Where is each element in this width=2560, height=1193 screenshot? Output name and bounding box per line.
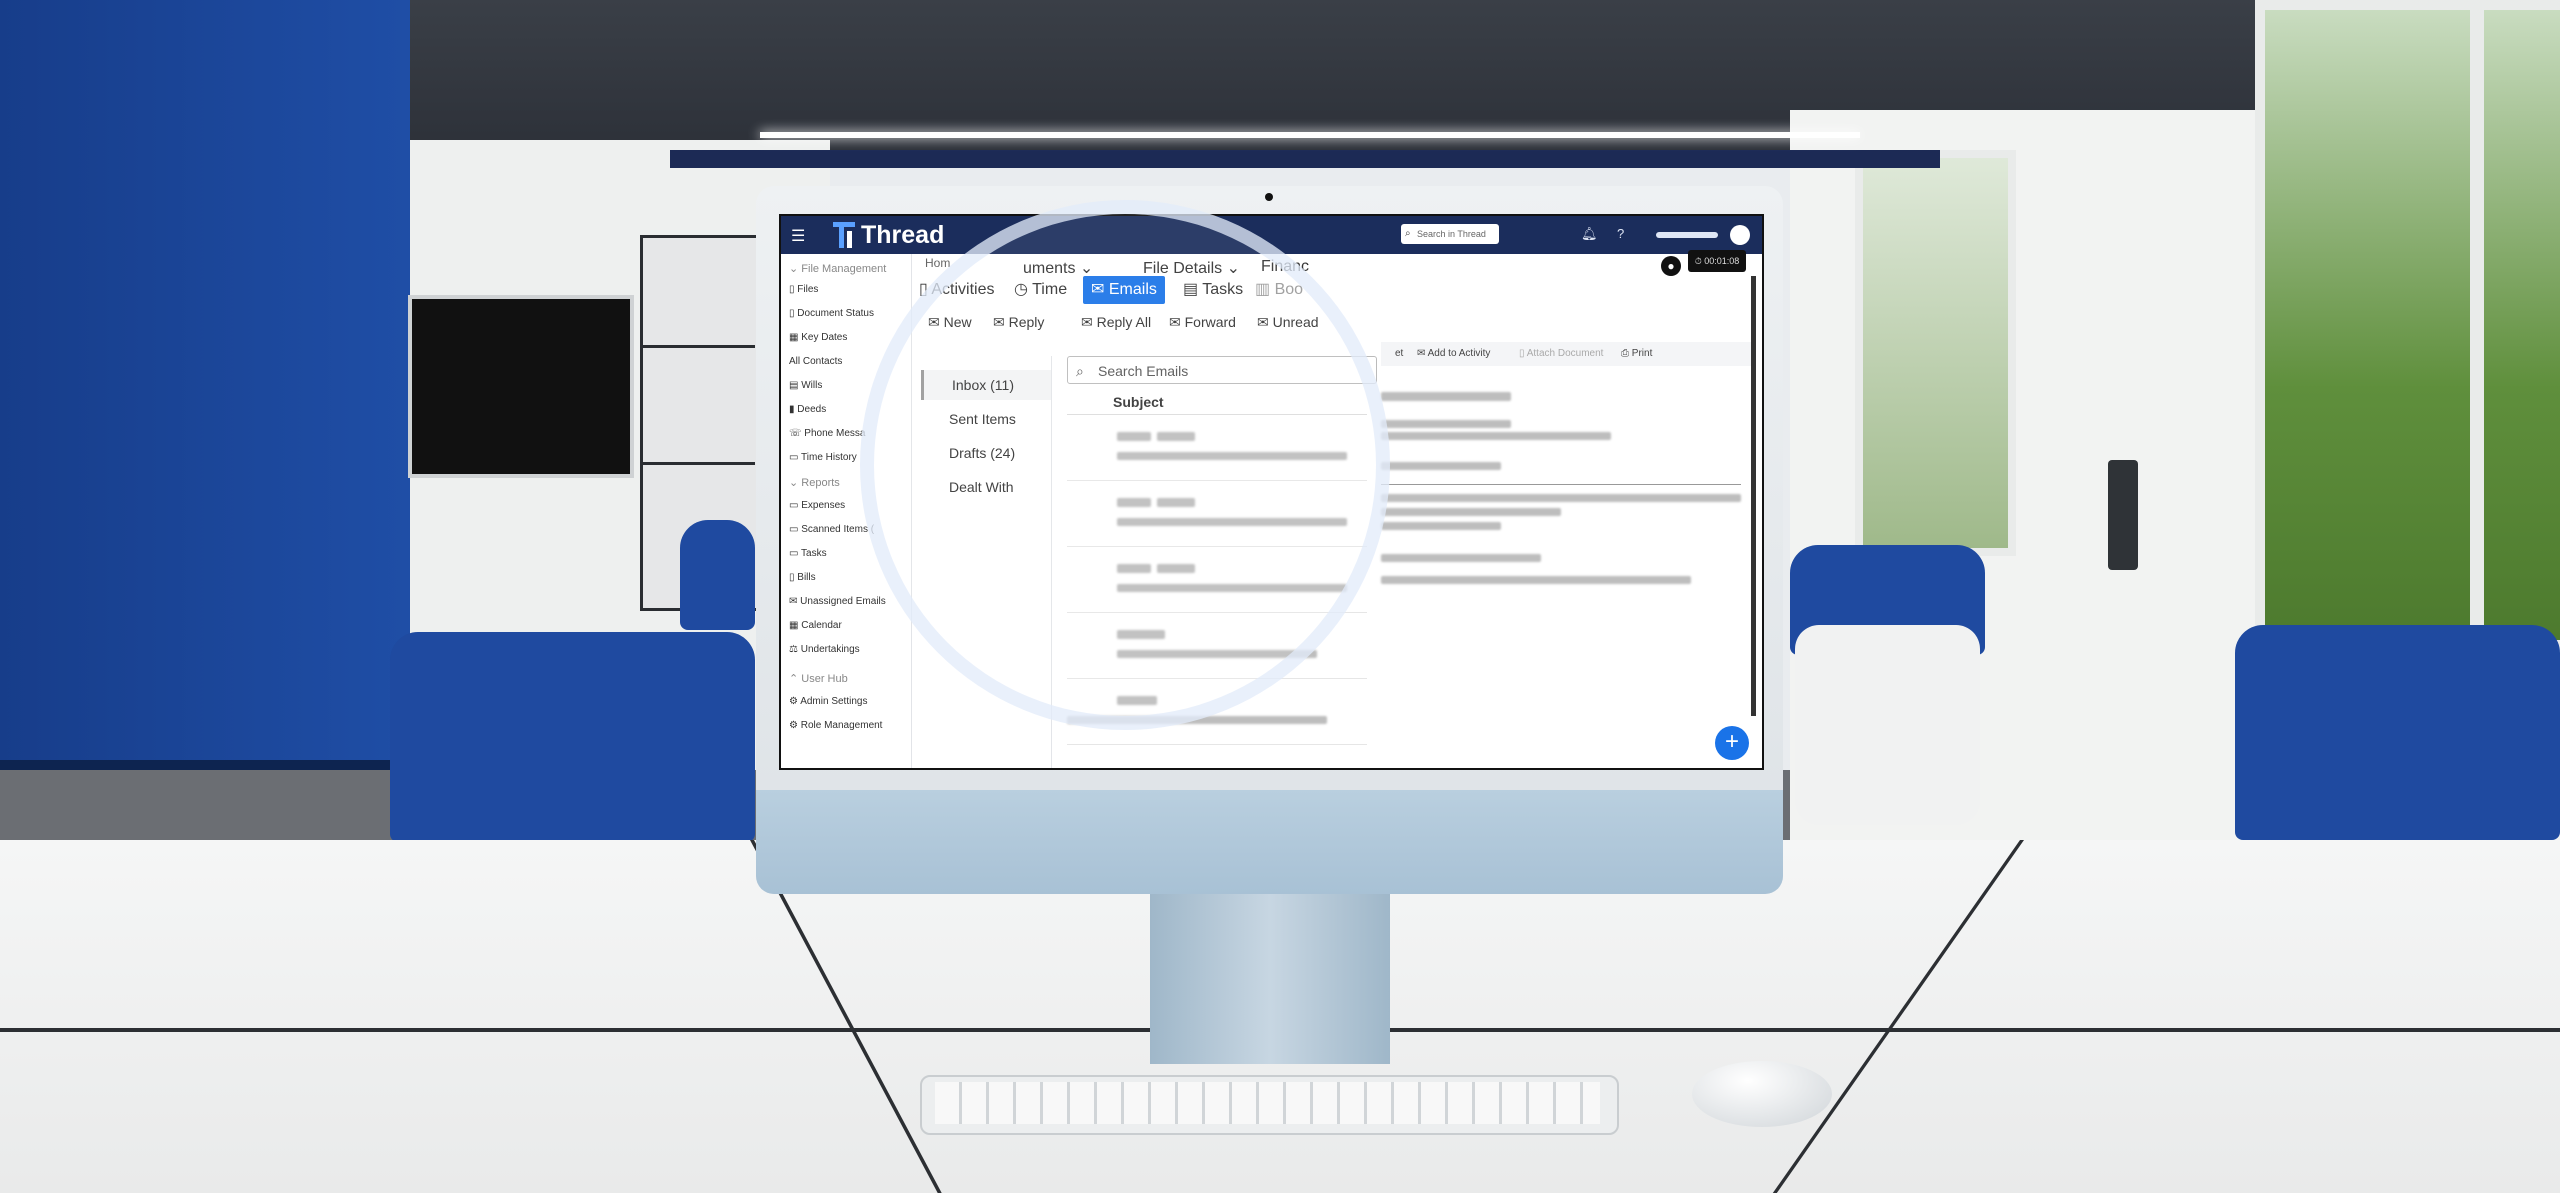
search-placeholder: Search in Thread xyxy=(1417,229,1486,239)
sidebar-item-expenses[interactable]: ▭ Expenses xyxy=(789,500,845,511)
sidebar-item-label: Role Management xyxy=(800,720,883,731)
locker-divider xyxy=(643,345,755,348)
sidebar-item-calendar[interactable]: ▦ Calendar xyxy=(789,620,842,631)
preview-action[interactable]: et xyxy=(1395,348,1403,359)
chair xyxy=(680,520,755,630)
sidebar-section-user-hub[interactable]: ⌃ User Hub xyxy=(789,672,848,685)
thread-logo-icon xyxy=(833,222,855,248)
redacted-text xyxy=(1381,494,1741,502)
sidebar-item-key-dates[interactable]: ▦ Key Dates xyxy=(789,332,847,343)
preview-toolbar: et ✉ Add to Activity ▯ Attach Document ⎙… xyxy=(1381,342,1751,366)
sidebar-item-label: Admin Settings xyxy=(800,696,868,707)
sidebar-item-wills[interactable]: ▤ Wills xyxy=(789,380,822,391)
monitor-chin xyxy=(756,790,1783,894)
large-window xyxy=(2255,0,2560,650)
search-icon: ⌕ xyxy=(1405,228,1411,239)
camera xyxy=(1265,193,1273,201)
redacted-text xyxy=(1381,420,1511,428)
sidebar-item-phone-messages[interactable]: ☏ Phone Messa xyxy=(789,428,865,439)
blue-wall xyxy=(0,0,410,840)
sidebar-section-label: User Hub xyxy=(801,673,848,685)
global-search-input[interactable]: ⌕ Search in Thread xyxy=(1401,224,1499,244)
sidebar-item-admin-settings[interactable]: ⚙ Admin Settings xyxy=(789,696,867,707)
timer[interactable]: ⏱ 00:01:08 xyxy=(1688,250,1746,272)
sidebar-item-label: Expenses xyxy=(801,500,846,511)
sidebar-item-label: Key Dates xyxy=(801,332,848,343)
attach-document-button[interactable]: ▯ Attach Document xyxy=(1519,348,1603,359)
redacted-text xyxy=(1381,392,1511,401)
sidebar-item-label: All Contacts xyxy=(789,356,843,367)
sidebar-item-label: Document Status xyxy=(797,308,874,319)
sidebar-item-label: Calendar xyxy=(801,620,842,631)
print-button[interactable]: ⎙ Print xyxy=(1621,348,1652,359)
sidebar-item-files[interactable]: ▯ Files xyxy=(789,284,818,295)
sidebar-item-label: Tasks xyxy=(801,548,827,559)
sidebar-item-label: Undertakings xyxy=(800,644,860,655)
redacted-text xyxy=(1381,508,1561,516)
keyboard-keys[interactable] xyxy=(935,1082,1600,1124)
redacted-text xyxy=(1381,522,1501,530)
sidebar-item-all-contacts[interactable]: All Contacts xyxy=(789,356,842,367)
add-fab-button[interactable]: + xyxy=(1715,726,1749,760)
redacted-text xyxy=(1381,554,1541,562)
sidebar-section-label: File Management xyxy=(801,263,887,275)
bell-icon[interactable]: 🔔︎ xyxy=(1581,226,1598,242)
sidebar-item-label: Wills xyxy=(801,380,823,391)
sidebar-item-deeds[interactable]: ▮ Deeds xyxy=(789,404,826,415)
add-to-activity-button[interactable]: ✉ Add to Activity xyxy=(1417,348,1490,359)
sidebar-section-reports[interactable]: ⌄ Reports xyxy=(789,476,840,489)
redacted-text xyxy=(1381,462,1501,470)
user-name-blurred xyxy=(1656,232,1718,238)
app-name: Thread xyxy=(861,221,945,249)
sidebar-item-time-history[interactable]: ▭ Time History xyxy=(789,452,857,463)
button-label: Print xyxy=(1631,348,1653,359)
wall-outlet xyxy=(2108,460,2138,570)
record-button[interactable]: ● xyxy=(1661,256,1681,276)
sidebar-item-bills[interactable]: ▯ Bills xyxy=(789,572,816,583)
button-label: Add to Activity xyxy=(1427,348,1491,359)
window-frame xyxy=(2470,0,2484,630)
sidebar-item-role-management[interactable]: ⚙ Role Management xyxy=(789,720,882,731)
light-glow xyxy=(760,132,1860,138)
sidebar-item-document-status[interactable]: ▯ Document Status xyxy=(789,308,874,319)
redacted-text xyxy=(1381,576,1691,584)
avatar[interactable] xyxy=(1730,225,1750,245)
sidebar-item-label: Phone Messa xyxy=(804,428,866,439)
monitor-stand xyxy=(1150,894,1390,1064)
sidebar-item-label: Time History xyxy=(801,452,857,463)
sidebar-item-tasks[interactable]: ▭ Tasks xyxy=(789,548,827,559)
sidebar-item-scanned-items[interactable]: ▭ Scanned Items ( xyxy=(789,524,874,535)
sidebar-item-label: Unassigned Emails xyxy=(800,596,886,607)
wall-tv xyxy=(408,295,634,478)
sidebar-item-undertakings[interactable]: ⚖ Undertakings xyxy=(789,644,860,655)
plus-icon: + xyxy=(1724,728,1739,755)
sidebar-section-label: Reports xyxy=(801,477,840,489)
redacted-text xyxy=(1381,432,1611,440)
chair xyxy=(2235,625,2560,840)
chair xyxy=(390,632,755,842)
window xyxy=(1855,150,2016,556)
ceiling-light xyxy=(670,150,1940,168)
mouse[interactable] xyxy=(1692,1061,1832,1127)
white-chair-back xyxy=(1795,625,1980,825)
magnifier-highlight xyxy=(860,200,1390,730)
sidebar-section-file-management[interactable]: ⌄ File Management xyxy=(789,262,886,275)
divider xyxy=(1381,484,1741,485)
scrollbar[interactable] xyxy=(1751,276,1756,716)
sidebar-item-label: Scanned Items ( xyxy=(801,524,875,535)
hamburger-icon[interactable]: ☰ xyxy=(791,226,805,246)
sidebar-item-unassigned-emails[interactable]: ✉ Unassigned Emails xyxy=(789,596,886,607)
timer-value: 00:01:08 xyxy=(1704,256,1740,266)
locker-divider xyxy=(643,462,755,465)
sidebar-item-label: Bills xyxy=(797,572,816,583)
sidebar-item-label: Files xyxy=(797,284,819,295)
sidebar-item-label: Deeds xyxy=(797,404,827,415)
help-icon[interactable]: ? xyxy=(1617,226,1624,241)
button-label: Attach Document xyxy=(1526,348,1604,359)
